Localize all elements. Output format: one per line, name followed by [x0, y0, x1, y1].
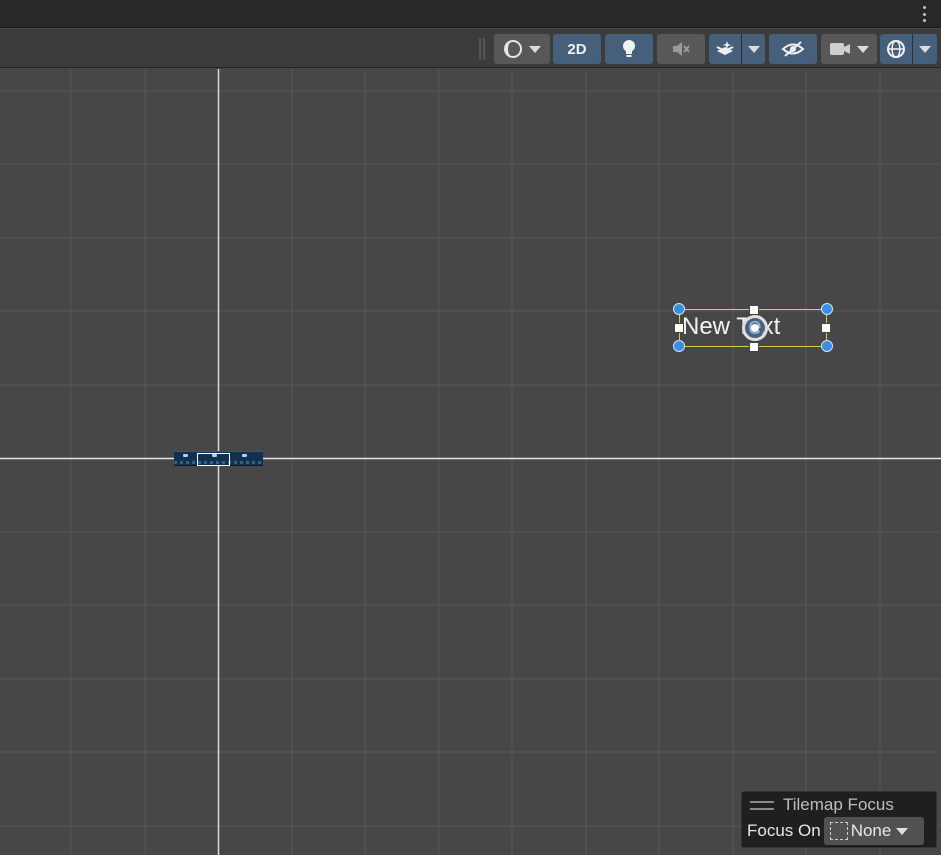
tilemap-focus-overlay: Tilemap Focus Focus On None [741, 791, 937, 848]
audio-toggle[interactable] [657, 34, 705, 64]
drag-handle-icon[interactable] [750, 800, 774, 810]
chevron-down-icon [747, 45, 760, 53]
focus-on-label: Focus On [747, 821, 821, 840]
background-sprite[interactable] [174, 451, 263, 466]
mode-2d-label: 2D [567, 40, 587, 58]
resize-handle-left[interactable] [674, 323, 684, 333]
resize-handle-top-right[interactable] [821, 303, 833, 315]
resize-handle-bottom-left[interactable] [673, 340, 685, 352]
kebab-menu-icon[interactable] [921, 6, 927, 22]
scene-grid [0, 69, 941, 855]
resize-handle-bottom-right[interactable] [821, 340, 833, 352]
gizmos-toggle[interactable] [880, 34, 912, 64]
mode-2d-button[interactable]: 2D [553, 34, 601, 64]
gizmos-dropdown[interactable] [913, 34, 937, 64]
chevron-down-icon [919, 45, 931, 53]
resize-handle-bottom[interactable] [749, 342, 759, 352]
chevron-down-icon [529, 45, 541, 53]
scene-toolbar: 2D [0, 29, 941, 68]
effects-dropdown[interactable] [742, 34, 765, 64]
draw-mode-circle-icon [504, 40, 522, 58]
sprite-bounds [197, 453, 230, 466]
resize-handle-top-left[interactable] [673, 303, 685, 315]
chevron-down-icon [857, 45, 869, 53]
focus-on-value: None [850, 821, 892, 840]
resize-handle-top[interactable] [749, 305, 759, 315]
toolbar-grip-icon[interactable] [479, 38, 485, 60]
audio-mute-icon [673, 42, 690, 56]
scene-view[interactable]: New Text [0, 69, 941, 855]
resize-handle-right[interactable] [821, 323, 831, 333]
move-pivot-icon[interactable] [742, 315, 768, 341]
hidden-eye-icon [781, 41, 805, 57]
tilemap-focus-title: Tilemap Focus [783, 795, 894, 814]
lighting-toggle[interactable] [605, 34, 653, 64]
camera-dropdown[interactable] [821, 34, 877, 64]
draw-mode-dropdown[interactable] [494, 34, 550, 64]
camera-icon [830, 43, 850, 55]
chevron-down-icon [896, 827, 909, 835]
lightbulb-icon [623, 40, 635, 57]
text-object-selection[interactable]: New Text [673, 303, 833, 352]
gizmo-orbit-icon [887, 40, 905, 58]
visibility-toggle[interactable] [769, 34, 817, 64]
layers-effects-icon [716, 41, 734, 55]
window-title-bar [0, 0, 941, 28]
selection-rect-icon [829, 822, 848, 840]
focus-on-dropdown[interactable]: None [823, 817, 924, 845]
effects-toggle[interactable] [709, 34, 741, 64]
